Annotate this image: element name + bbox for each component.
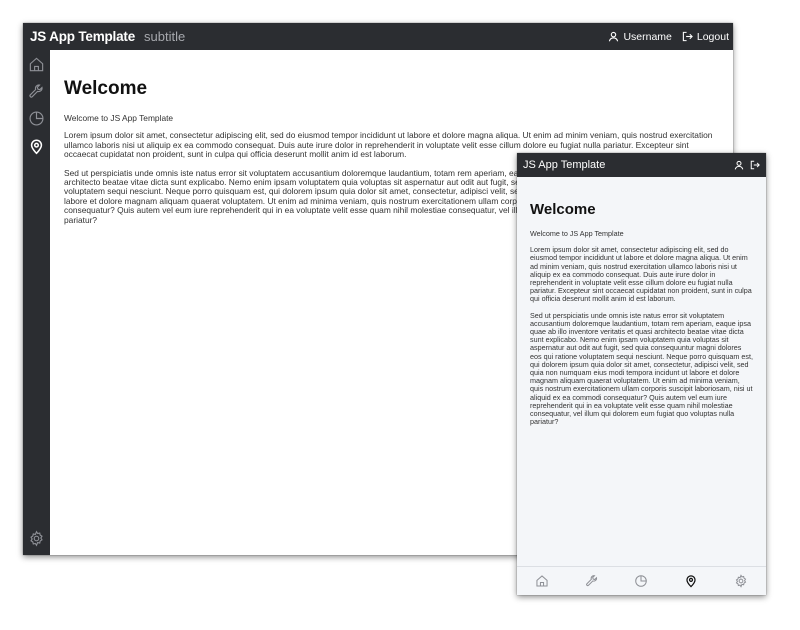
intro-text: Welcome to JS App Template (64, 113, 174, 123)
user-icon (734, 160, 744, 170)
mobile-intro-text: Welcome to JS App Template (530, 229, 624, 238)
home-icon[interactable] (535, 574, 549, 588)
mobile-window: JS App Template Welcome Welcome to JS Ap… (517, 153, 766, 595)
wrench-icon[interactable] (585, 574, 599, 588)
mobile-user-button[interactable] (734, 160, 744, 170)
logout-label: Logout (696, 30, 729, 43)
mobile-top-app-bar: JS App Template (517, 153, 766, 177)
logout-icon (750, 160, 760, 170)
app-subtitle: subtitle (144, 29, 186, 44)
mobile-page-title: Welcome (530, 201, 596, 218)
logout-button[interactable]: Logout (682, 31, 729, 43)
mobile-paragraph-2: Sed ut perspiciatis unde omnis iste natu… (530, 310, 753, 427)
pie-chart-icon[interactable] (28, 110, 45, 127)
mobile-paragraph-1: Lorem ipsum dolor sit amet, consectetur … (530, 245, 752, 304)
username-label: Username (623, 30, 672, 43)
map-pin-icon[interactable] (684, 574, 698, 588)
mobile-bottom-nav (517, 566, 766, 595)
map-pin-icon[interactable] (28, 138, 45, 155)
pie-chart-icon[interactable] (634, 574, 648, 588)
side-nav (23, 50, 50, 555)
mobile-logout-button[interactable] (750, 160, 760, 170)
page-title: Welcome (64, 78, 148, 99)
user-icon (609, 31, 619, 42)
top-app-bar: JS App Template subtitle Username Logout (23, 23, 733, 50)
wrench-icon[interactable] (28, 83, 45, 100)
gear-icon[interactable] (28, 530, 45, 547)
mobile-app-title: JS App Template (523, 159, 606, 171)
gear-icon[interactable] (734, 574, 748, 588)
home-icon[interactable] (28, 56, 45, 73)
mobile-main-content: Welcome Welcome to JS App Template Lorem… (517, 177, 766, 567)
username-button[interactable]: Username (608, 30, 672, 43)
app-title: JS App Template (30, 29, 136, 44)
logout-icon (682, 31, 693, 42)
